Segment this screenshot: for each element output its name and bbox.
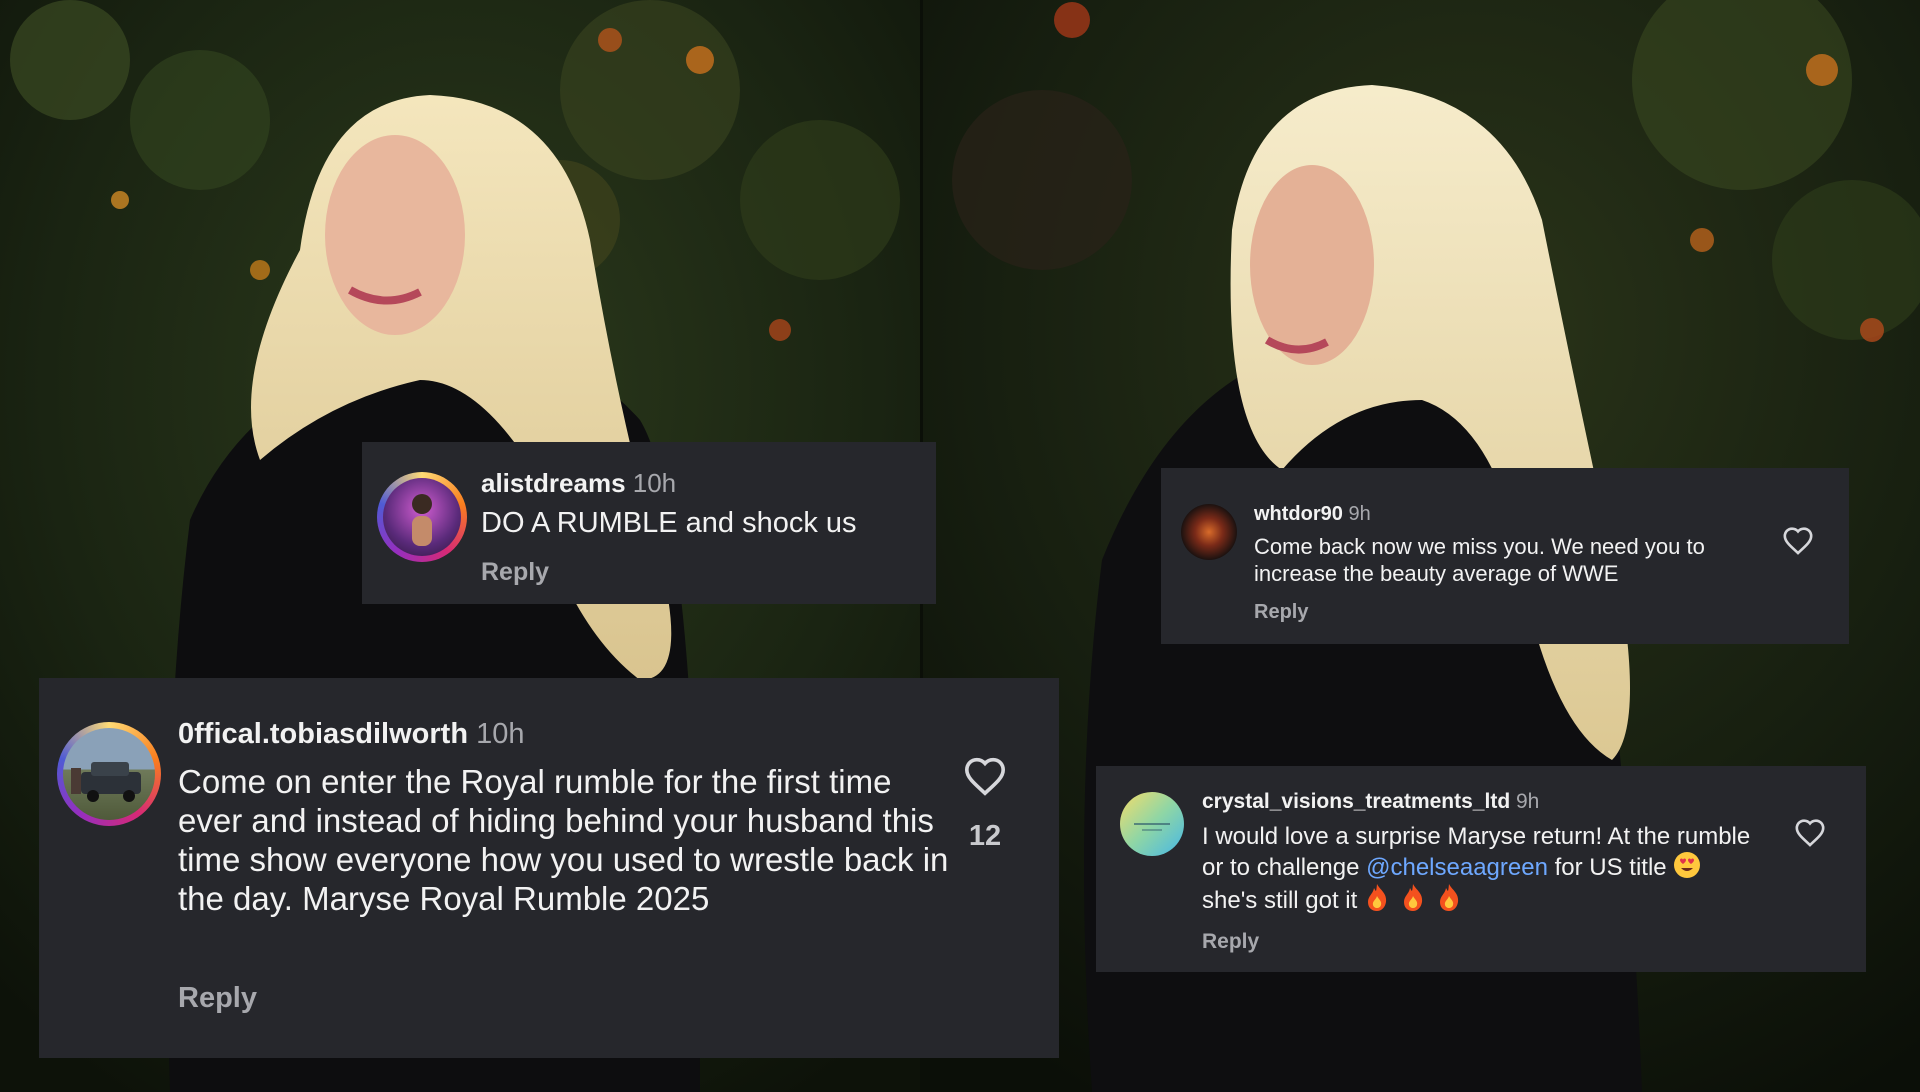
reply-button[interactable]: Reply [1254, 601, 1308, 624]
comment-username[interactable]: 0ffical.tobiasdilworth 10h [178, 718, 524, 751]
comment-username[interactable]: alistdreams 10h [481, 468, 676, 499]
person-silhouette-icon [412, 494, 432, 546]
comment-card-tobiasdilworth: 0ffical.tobiasdilworth 10h Come on enter… [39, 678, 1059, 1058]
username-text[interactable]: crystal_visions_treatments_ltd [1202, 790, 1510, 813]
comment-card-crystal-visions: crystal_visions_treatments_ltd 9h I woul… [1096, 766, 1866, 972]
comment-text: Come back now we miss you. We need you t… [1254, 534, 1705, 586]
comment-text-part: she's still got it [1202, 887, 1364, 914]
car-photo-icon [71, 762, 141, 802]
heart-outline-icon[interactable] [1794, 818, 1826, 847]
comment-time: 10h [632, 468, 677, 498]
fire-emoji-icon [1439, 884, 1459, 911]
username-text[interactable]: 0ffical.tobiasdilworth [178, 718, 468, 750]
like-count: 12 [968, 820, 1002, 852]
avatar-image [63, 728, 155, 820]
comment-username[interactable]: crystal_visions_treatments_ltd 9h [1202, 790, 1539, 814]
heart-outline-icon[interactable] [1782, 526, 1814, 555]
avatar-image [383, 478, 461, 556]
reply-button[interactable]: Reply [1202, 930, 1259, 954]
avatar[interactable] [1181, 504, 1237, 560]
heart-outline-icon[interactable] [963, 756, 1007, 796]
comment-username[interactable]: whtdor90 9h [1254, 503, 1371, 526]
comment-time: 9h [1515, 790, 1540, 813]
comment-text-part: for US title [1547, 854, 1674, 881]
avatar[interactable] [57, 722, 161, 826]
heart-eyes-emoji-icon [1674, 852, 1701, 878]
username-text[interactable]: whtdor90 [1254, 503, 1343, 525]
fire-emoji-icon [1367, 884, 1387, 911]
reply-button[interactable]: Reply [481, 558, 549, 587]
comment-time: 9h [1348, 503, 1371, 525]
comment-text: DO A RUMBLE and shock us [481, 507, 857, 539]
avatar[interactable] [1120, 792, 1184, 856]
avatar[interactable] [377, 472, 467, 562]
fire-emoji-icon [1403, 884, 1423, 911]
comment-text: Come on enter the Royal rumble for the f… [178, 763, 949, 917]
comment-card-whtdor90: whtdor90 9h Come back now we miss you. W… [1161, 468, 1849, 644]
mention-link[interactable]: @chelseaagreen [1366, 854, 1548, 881]
comment-card-alistdreams: alistdreams 10h DO A RUMBLE and shock us… [362, 442, 936, 604]
username-text[interactable]: alistdreams [481, 468, 626, 498]
brand-logo-icon [1134, 823, 1170, 831]
reply-button[interactable]: Reply [178, 982, 257, 1015]
comment-text: I would love a surprise Maryse return! A… [1202, 822, 1762, 915]
comment-time: 10h [476, 718, 525, 750]
